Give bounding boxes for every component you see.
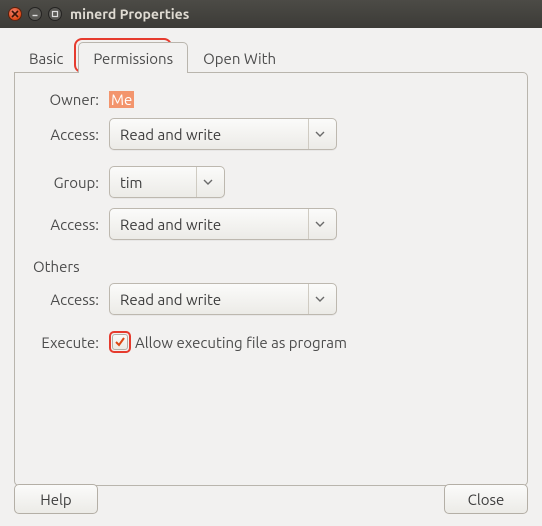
- window-title: minerd Properties: [70, 6, 189, 22]
- chevron-down-icon: [308, 284, 330, 314]
- window-titlebar: minerd Properties: [0, 0, 542, 28]
- group-access-select[interactable]: Read and write: [109, 208, 337, 240]
- tab-open-with[interactable]: Open With: [188, 42, 291, 73]
- dialog-footer: Help Close: [14, 484, 528, 514]
- owner-access-select[interactable]: Read and write: [109, 118, 337, 150]
- execute-checkbox[interactable]: [112, 334, 128, 350]
- execute-label: Execute:: [33, 334, 109, 351]
- window-controls: [8, 7, 62, 21]
- maximize-icon[interactable]: [48, 7, 62, 21]
- group-access-label: Access:: [33, 216, 109, 233]
- chevron-down-icon: [308, 119, 330, 149]
- owner-label: Owner:: [33, 91, 109, 108]
- help-button[interactable]: Help: [14, 484, 98, 514]
- tab-permissions[interactable]: Permissions: [78, 42, 188, 73]
- owner-value: Me: [109, 91, 134, 108]
- tab-bar: Basic Permissions Open With: [14, 42, 528, 73]
- group-access-value: Read and write: [120, 216, 221, 233]
- execute-checkbox-label: Allow executing file as program: [135, 334, 347, 351]
- minimize-icon[interactable]: [28, 7, 42, 21]
- others-header: Others: [33, 258, 509, 275]
- owner-access-value: Read and write: [120, 126, 221, 143]
- group-value: tim: [120, 174, 143, 191]
- close-icon[interactable]: [8, 7, 22, 21]
- chevron-down-icon: [308, 209, 330, 239]
- permissions-panel: Owner: Me Access: Read and write Group: …: [14, 72, 528, 486]
- group-select[interactable]: tim: [109, 166, 225, 198]
- close-button[interactable]: Close: [444, 484, 528, 514]
- tab-basic[interactable]: Basic: [14, 42, 78, 73]
- others-access-select[interactable]: Read and write: [109, 283, 337, 315]
- chevron-down-icon: [196, 167, 218, 197]
- owner-access-label: Access:: [33, 126, 109, 143]
- annotation-highlight: [109, 331, 131, 353]
- others-access-label: Access:: [33, 291, 109, 308]
- others-access-value: Read and write: [120, 291, 221, 308]
- group-label: Group:: [33, 174, 109, 191]
